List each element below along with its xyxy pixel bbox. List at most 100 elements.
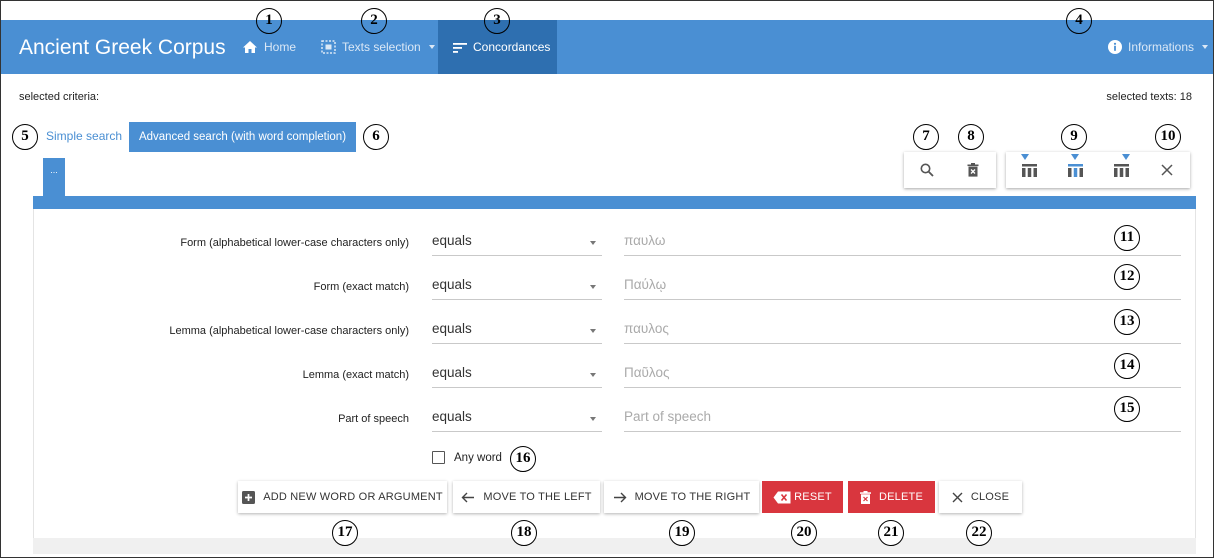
word-tab[interactable]: ... — [43, 158, 65, 198]
lemma-lower-operator-select[interactable]: equals — [432, 317, 602, 344]
arrow-right-icon — [613, 492, 627, 502]
delete-label: DELETE — [879, 491, 923, 503]
callout-badge: 19 — [669, 520, 695, 546]
navbar: Ancient Greek Corpus Home Texts selectio… — [1, 20, 1213, 74]
columns-icon — [1021, 163, 1037, 177]
advanced-search-tab[interactable]: Advanced search (with word completion) — [129, 122, 356, 152]
columns-icon — [1067, 163, 1083, 177]
add-word-button[interactable]: ADD NEW WORD OR ARGUMENT — [238, 481, 447, 513]
pos-input[interactable]: Part of speech — [624, 405, 1181, 432]
insert-word-middle-button[interactable] — [1052, 152, 1098, 188]
home-icon — [243, 41, 257, 53]
callout-badge: 12 — [1114, 264, 1140, 290]
nav-informations[interactable]: Informations — [1108, 20, 1209, 74]
callout-badge: 1 — [256, 8, 282, 34]
input-placeholder: παυλος — [624, 321, 669, 336]
delete-search-button[interactable] — [950, 152, 996, 188]
column-tools-group — [1006, 152, 1190, 188]
callout-badge: 22 — [966, 520, 992, 546]
callout-badge: 18 — [511, 520, 537, 546]
backspace-icon — [773, 491, 791, 503]
insert-word-right-button[interactable] — [1098, 152, 1144, 188]
pos-operator-select[interactable]: equals — [432, 405, 602, 432]
delete-button[interactable]: DELETE — [848, 481, 935, 513]
callout-badge: 11 — [1114, 225, 1140, 251]
trash-icon — [967, 163, 979, 177]
lemma-exact-operator-select[interactable]: equals — [432, 361, 602, 388]
nav-concordances-label: Concordances — [473, 40, 551, 54]
list-lines-icon — [453, 42, 467, 53]
form-exact-input[interactable]: Παύλῳ — [624, 273, 1181, 300]
callout-badge: 3 — [484, 8, 510, 34]
callout-badge: 15 — [1114, 396, 1140, 422]
add-word-label: ADD NEW WORD OR ARGUMENT — [263, 491, 443, 503]
close-icon — [1161, 164, 1173, 176]
callout-badge: 7 — [913, 124, 939, 150]
insert-word-left-button[interactable] — [1006, 152, 1052, 188]
move-left-button[interactable]: MOVE TO THE LEFT — [453, 481, 600, 513]
any-word-checkbox[interactable] — [432, 451, 445, 464]
pos-label: Part of speech — [338, 413, 409, 425]
reset-label: RESET — [794, 491, 832, 503]
lemma-lower-label: Lemma (alphabetical lower-case character… — [169, 325, 409, 337]
callout-badge: 5 — [12, 124, 38, 150]
close-button[interactable]: CLOSE — [939, 481, 1022, 513]
callout-badge: 13 — [1114, 309, 1140, 335]
close-label: CLOSE — [970, 491, 1010, 503]
form-exact-operator-select[interactable]: equals — [432, 273, 602, 300]
callout-badge: 2 — [361, 8, 387, 34]
operator-value: equals — [432, 365, 472, 380]
insert-marker-icon — [1122, 154, 1130, 160]
form-exact-label: Form (exact match) — [313, 281, 409, 293]
chevron-down-icon — [428, 45, 435, 49]
insert-marker-icon — [1071, 154, 1079, 160]
selected-texts-count: selected texts: 18 — [1106, 91, 1192, 103]
callout-badge: 16 — [510, 446, 536, 472]
input-placeholder: παυλω — [624, 233, 666, 248]
dropdown-arrow-icon — [590, 417, 596, 421]
move-left-label: MOVE TO THE LEFT — [483, 491, 592, 503]
dropdown-arrow-icon — [590, 329, 596, 333]
operator-value: equals — [432, 409, 472, 424]
plus-box-icon — [242, 490, 256, 504]
brand-title[interactable]: Ancient Greek Corpus — [19, 36, 226, 60]
form-lower-operator-select[interactable]: equals — [432, 229, 602, 256]
nav-texts-selection-label: Texts selection — [342, 40, 421, 54]
input-placeholder: Παύλῳ — [624, 277, 667, 292]
callout-badge: 6 — [363, 124, 389, 150]
simple-search-tab[interactable]: Simple search — [46, 129, 122, 143]
operator-value: equals — [432, 277, 472, 292]
lemma-exact-input[interactable]: Παῦλος — [624, 361, 1181, 388]
arrow-left-icon — [461, 492, 475, 502]
selected-criteria-label: selected criteria: — [19, 91, 100, 103]
close-tools-button[interactable] — [1144, 152, 1190, 188]
input-placeholder: Παῦλος — [624, 365, 670, 380]
dropdown-arrow-icon — [590, 241, 596, 245]
trash-icon — [860, 490, 871, 504]
reset-button[interactable]: RESET — [762, 481, 843, 513]
callout-badge: 4 — [1066, 8, 1092, 34]
info-icon — [1108, 40, 1122, 54]
callout-badge: 17 — [332, 520, 358, 546]
search-button[interactable] — [904, 152, 950, 188]
operator-value: equals — [432, 321, 472, 336]
input-placeholder: Part of speech — [624, 409, 712, 424]
move-right-button[interactable]: MOVE TO THE RIGHT — [604, 481, 759, 513]
callout-badge: 8 — [958, 124, 984, 150]
lemma-exact-label: Lemma (exact match) — [302, 369, 409, 381]
lemma-lower-input[interactable]: παυλος — [624, 317, 1181, 344]
panel-footer — [33, 538, 1196, 554]
nav-informations-label: Informations — [1128, 40, 1195, 54]
columns-icon — [1113, 163, 1129, 177]
insert-marker-icon — [1021, 154, 1029, 160]
callout-badge: 14 — [1114, 353, 1140, 379]
callout-badge: 10 — [1155, 124, 1181, 150]
callout-badge: 9 — [1061, 124, 1087, 150]
nav-home-label: Home — [264, 40, 297, 54]
dropdown-arrow-icon — [590, 373, 596, 377]
operator-value: equals — [432, 233, 472, 248]
form-lower-input[interactable]: παυλω — [624, 229, 1181, 256]
any-word-label: Any word — [454, 452, 502, 464]
callout-badge: 20 — [791, 520, 817, 546]
search-icon — [920, 163, 934, 177]
